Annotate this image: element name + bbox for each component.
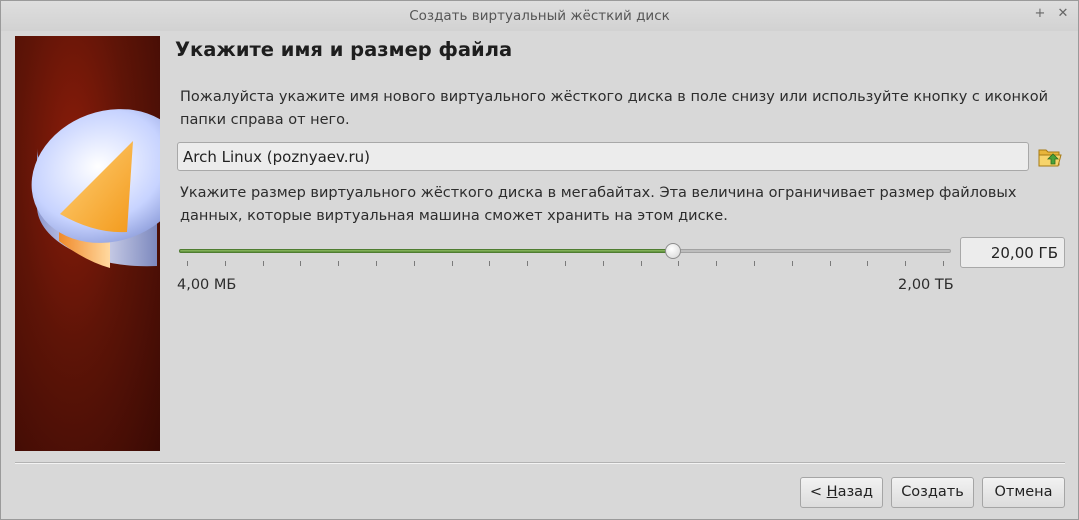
back-label-rest: азад	[837, 484, 874, 500]
back-mnemonic: Н	[826, 484, 838, 500]
slider-tick	[262, 261, 264, 266]
slider-fill	[179, 249, 674, 253]
slider-tick	[602, 261, 604, 266]
back-prefix: <	[809, 484, 827, 500]
slider-tick	[489, 261, 491, 266]
dialog-window: Создать виртуальный жёсткий диск + ✕ Ука…	[0, 0, 1079, 520]
slider-tick	[338, 261, 340, 266]
disk-size-slider[interactable]	[179, 239, 951, 269]
slider-ticks	[179, 261, 951, 267]
slider-tick	[565, 261, 566, 266]
slider-tick	[716, 261, 718, 266]
slider-tick	[678, 261, 680, 266]
slider-tick	[451, 261, 453, 266]
slider-tick	[187, 261, 188, 266]
close-button[interactable]: ✕	[1055, 6, 1071, 22]
disk-size-input[interactable]	[960, 237, 1065, 268]
slider-tick	[867, 261, 869, 266]
choose-file-button[interactable]	[1037, 145, 1063, 169]
window-title: Создать виртуальный жёсткий диск	[409, 8, 670, 24]
slider-tick	[413, 261, 415, 266]
disk-name-input[interactable]	[177, 142, 1029, 171]
slider-tick	[943, 261, 944, 266]
name-description: Пожалуйста укажите имя нового виртуально…	[180, 89, 1049, 128]
hard-disk-illustration	[31, 109, 160, 268]
slider-tick	[754, 261, 755, 266]
back-button[interactable]: < Назад	[800, 477, 883, 508]
slider-tick	[376, 261, 377, 266]
slider-tick	[224, 261, 226, 266]
wizard-side-image	[15, 36, 160, 451]
slider-tick	[527, 261, 529, 266]
slider-tick	[640, 261, 642, 266]
maximize-button[interactable]: +	[1032, 6, 1048, 22]
folder-open-icon	[1038, 149, 1062, 167]
size-description: Укажите размер виртуального жёсткого дис…	[180, 185, 1017, 224]
slider-tick	[300, 261, 302, 266]
create-button[interactable]: Создать	[891, 477, 974, 508]
size-min-label: 4,00 МБ	[177, 277, 237, 293]
cancel-button[interactable]: Отмена	[982, 477, 1065, 508]
slider-tick	[791, 261, 793, 266]
size-max-label: 2,00 ТБ	[898, 277, 954, 293]
slider-handle[interactable]	[665, 243, 682, 259]
page-title: Укажите имя и размер файла	[175, 38, 513, 61]
slider-tick	[829, 261, 831, 266]
slider-tick	[905, 261, 907, 266]
title-bar[interactable]: Создать виртуальный жёсткий диск + ✕	[1, 1, 1078, 31]
button-separator	[15, 462, 1065, 464]
